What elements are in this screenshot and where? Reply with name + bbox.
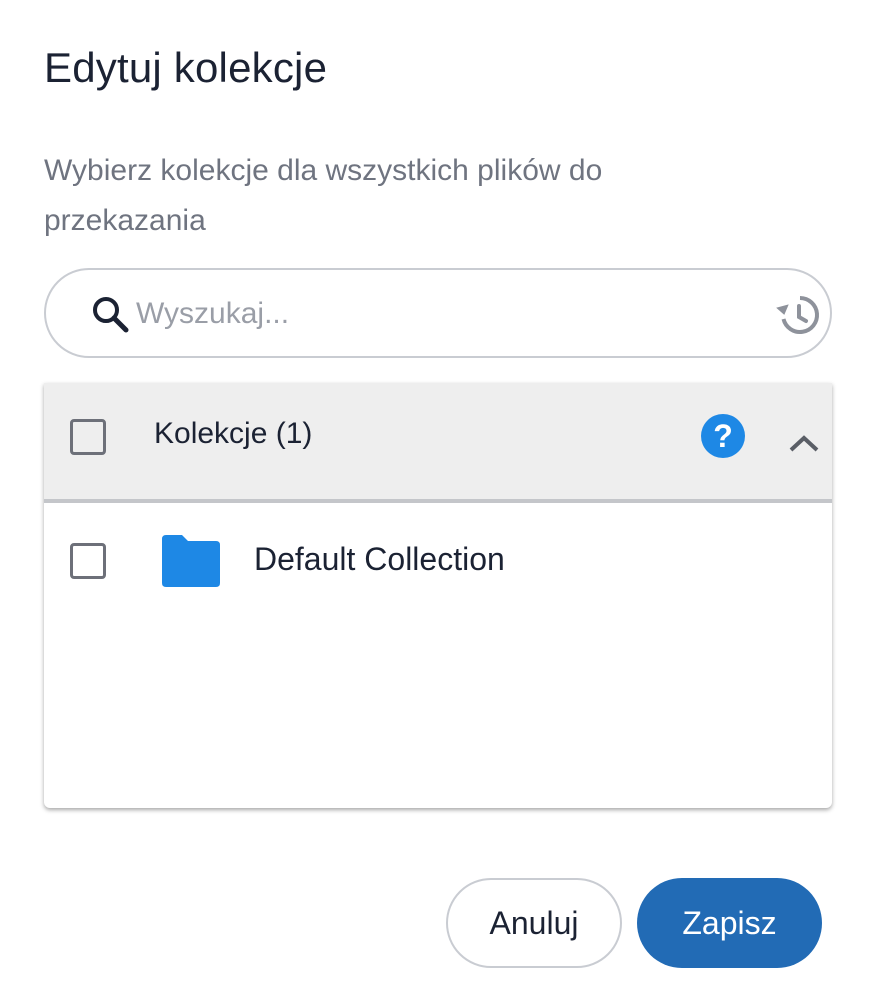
- item-label: Default Collection: [254, 541, 505, 577]
- edit-collections-dialog: Edytuj kolekcje Wybierz kolekcje dla wsz…: [0, 0, 878, 992]
- list-item[interactable]: Default Collection: [44, 507, 832, 615]
- item-checkbox[interactable]: [70, 543, 106, 579]
- save-button[interactable]: Zapisz: [637, 878, 822, 968]
- dialog-title: Edytuj kolekcje: [44, 44, 328, 91]
- search-box[interactable]: [44, 268, 832, 358]
- collections-header[interactable]: Kolekcje (1) ?: [44, 383, 832, 503]
- select-all-checkbox[interactable]: [70, 419, 106, 455]
- collections-panel: Kolekcje (1) ? Default Collection: [44, 383, 832, 808]
- dialog-subtitle: Wybierz kolekcje dla wszystkich plików d…: [44, 154, 603, 237]
- cancel-button[interactable]: Anuluj: [446, 878, 622, 968]
- search-input[interactable]: [136, 288, 756, 340]
- collections-header-label: Kolekcje (1): [154, 417, 313, 450]
- svg-text:?: ?: [713, 418, 733, 454]
